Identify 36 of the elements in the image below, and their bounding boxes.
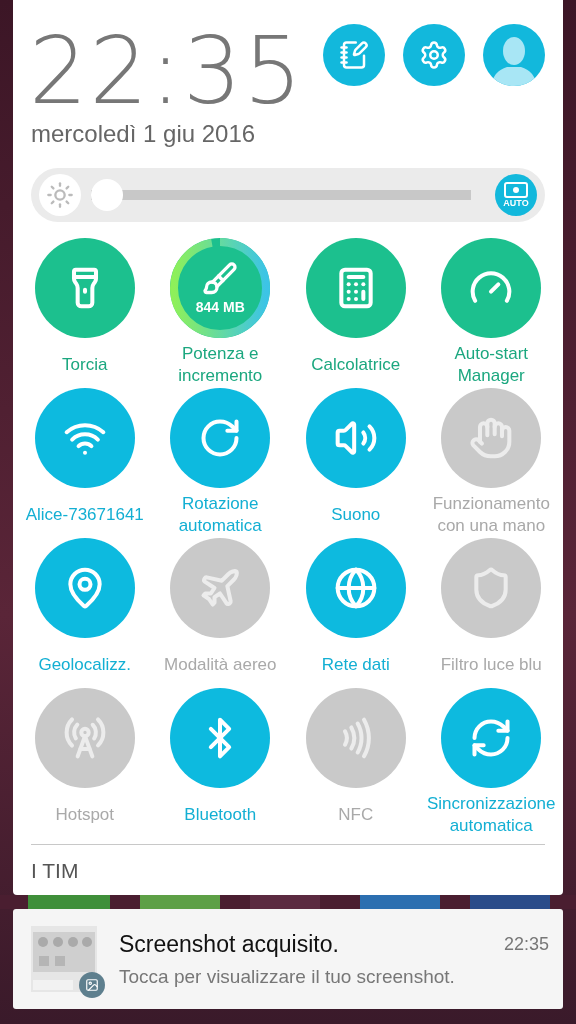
settings-icon: [419, 40, 449, 70]
toggle-label: Suono: [331, 504, 381, 526]
memory-label: 844 MB: [195, 299, 245, 315]
toggle-label: Bluetooth: [184, 804, 257, 826]
toggle-label: Alice-73671641: [25, 504, 144, 526]
toggle-label: Filtro luce blu: [440, 654, 542, 676]
clock: 22:35: [29, 24, 305, 120]
hand-icon: [469, 416, 514, 460]
auto-brightness-button[interactable]: AUTO: [495, 174, 537, 216]
notification-card[interactable]: Screenshot acquisito. 22:35 Tocca per visualizzare il tuo screenshot.: [13, 909, 563, 1009]
toggle-label: Modalità aereo: [164, 654, 277, 676]
notebook-pen-icon: [339, 40, 369, 70]
notification-text: Tocca per visualizzare il tuo screenshot.: [119, 965, 456, 988]
toggle-label: Funzionamento con una mano: [431, 493, 551, 537]
toggle-label: Sincronizzazione automatica: [426, 793, 557, 837]
toggle-label: Geolocalizz.: [38, 654, 132, 676]
toggle-label: Torcia: [62, 354, 108, 376]
toggle-label: Auto-start Manager: [453, 343, 530, 387]
toggle-label: Potenza e incremento: [177, 343, 264, 387]
toggle-label: Calcolatrice: [311, 354, 401, 376]
carrier-name: I TIM: [31, 858, 80, 884]
date-text: mercoledì 1 giu 2016: [31, 120, 257, 148]
toggle-label: Rotazione automatica: [177, 493, 263, 537]
toggle-label: Rete dati: [321, 654, 390, 676]
globe-icon: [333, 566, 378, 610]
screen-icon: [504, 182, 528, 198]
toggle-label: NFC: [338, 804, 374, 826]
image-icon: [79, 972, 105, 998]
antenna-icon: [62, 716, 107, 760]
toggle-label: Hotspot: [55, 804, 115, 826]
brightness-thumb[interactable]: [91, 179, 123, 211]
notification-title: Screenshot acquisito.: [119, 930, 339, 958]
sun-icon: [39, 174, 81, 216]
quick-setting-toggle[interactable]: 844 MB: [170, 238, 271, 338]
brush-icon: [202, 261, 239, 297]
notification-time: 22:35: [503, 933, 549, 955]
